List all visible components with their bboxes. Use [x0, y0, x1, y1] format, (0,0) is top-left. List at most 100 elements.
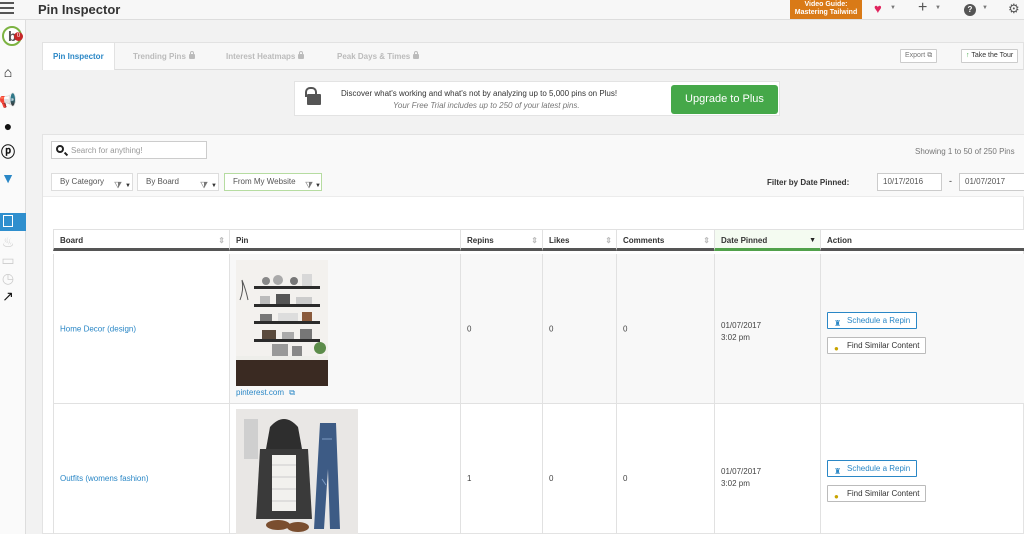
chevron-down-icon[interactable]: ▼: [890, 5, 896, 11]
category-filter-dropdown[interactable]: By Category ⧩ ▼: [51, 173, 133, 191]
date-pinned-date: 01/07/2017: [721, 321, 762, 330]
funnel-icon: ⧩: [305, 180, 314, 190]
hamburger-menu-icon[interactable]: [0, 0, 16, 18]
video-guide-button[interactable]: Video Guide: Mastering Tailwind: [790, 0, 862, 19]
column-header-date-pinned[interactable]: Date Pinned ▼: [714, 229, 820, 251]
table-row: Outfits (womens fashion) 1 0 0 01/07/201…: [53, 404, 1024, 534]
website-filter-dropdown[interactable]: From My Website ⧩ ▼: [224, 173, 322, 191]
likes-cell: 0: [542, 254, 616, 403]
video-guide-line2: Mastering Tailwind: [794, 9, 858, 16]
notification-badge: 0: [14, 32, 23, 41]
chevron-down-icon: ▼: [211, 183, 217, 189]
globe-icon[interactable]: ●: [0, 118, 16, 134]
lightbulb-icon: ●: [834, 344, 839, 353]
sort-icon: ⇕: [218, 236, 225, 245]
megaphone-icon[interactable]: 📢: [0, 92, 17, 108]
unlock-icon: [305, 87, 321, 105]
date-filter-label: Filter by Date Pinned:: [767, 178, 850, 187]
find-similar-content-button[interactable]: ● Find Similar Content: [827, 485, 927, 502]
sort-icon: ⇕: [703, 236, 710, 245]
funnel-icon[interactable]: ▼: [0, 170, 16, 186]
board-link[interactable]: Home Decor (design): [60, 324, 136, 333]
chevron-down-icon[interactable]: ▼: [935, 5, 941, 11]
pin-image[interactable]: [236, 260, 328, 386]
chevron-down-icon[interactable]: ▼: [982, 5, 988, 11]
pins-table: Board ⇕ Pin Repins ⇕ Likes ⇕ Comments ⇕ Date…: [53, 229, 1024, 534]
date-pinned-date: 01/07/2017: [721, 467, 762, 476]
main-content: Pin Inspector Trending Pins Interest Hea…: [26, 20, 1024, 534]
sidebar-item-pin-inspector[interactable]: [0, 213, 26, 231]
find-similar-content-button[interactable]: ● Find Similar Content: [827, 337, 927, 354]
board-cell: Outfits (womens fashion): [53, 404, 229, 534]
external-link-icon: ⧉: [289, 388, 295, 397]
pin-cell: [229, 404, 460, 534]
board-filter-dropdown[interactable]: By Board ⧩ ▼: [137, 173, 219, 191]
repins-cell: 1: [460, 404, 542, 534]
date-to-input[interactable]: 01/07/2017: [959, 173, 1024, 191]
column-header-pin[interactable]: Pin: [229, 229, 460, 251]
pins-panel: Search for anything! Showing 1 to 50 of …: [42, 134, 1024, 534]
date-pinned-time: 3:02 pm: [721, 333, 750, 342]
column-header-repins[interactable]: Repins ⇕: [460, 229, 542, 251]
take-tour-button[interactable]: ↑ Take the Tour: [961, 49, 1019, 63]
comments-cell: 0: [616, 254, 714, 403]
sort-icon: ⇕: [531, 236, 538, 245]
top-bar: Pin Inspector Video Guide: Mastering Tai…: [0, 0, 1024, 20]
action-cell: ♜ Schedule a Repin ● Find Similar Content: [820, 404, 1024, 534]
pin-cell: pinterest.com ⧉: [229, 254, 460, 403]
date-separator: -: [949, 176, 952, 186]
action-cell: ♜ Schedule a Repin ● Find Similar Content: [820, 254, 1024, 403]
repin-icon: ♜: [834, 467, 842, 476]
board-cell: Home Decor (design): [53, 254, 229, 403]
lock-icon: [188, 51, 195, 59]
external-link-icon: ⧉: [927, 52, 933, 59]
kitchen-shelves-image: [236, 260, 328, 386]
date-from-input[interactable]: 10/17/2016: [877, 173, 942, 191]
heart-icon[interactable]: ♥: [874, 1, 882, 16]
help-icon[interactable]: ?: [964, 4, 976, 16]
clock-icon[interactable]: ◷: [0, 270, 16, 286]
lock-icon: [413, 51, 420, 59]
comments-cell: 0: [616, 404, 714, 534]
fire-icon[interactable]: ♨: [0, 234, 16, 250]
table-row: Home Decor (design) pinterest.com ⧉ 0 0 …: [53, 254, 1024, 404]
schedule-repin-button[interactable]: ♜ Schedule a Repin: [827, 312, 918, 329]
tab-pin-inspector[interactable]: Pin Inspector: [43, 43, 115, 70]
tab-bar: Pin Inspector Trending Pins Interest Hea…: [42, 42, 1024, 70]
search-icon: [56, 145, 64, 153]
tab-peak-days-times[interactable]: Peak Days & Times: [337, 43, 420, 70]
heatmap-icon[interactable]: ▭: [0, 252, 16, 268]
funnel-icon: ⧩: [114, 180, 123, 190]
date-pinned-cell: 01/07/2017 3:02 pm: [714, 254, 820, 403]
tab-interest-heatmaps[interactable]: Interest Heatmaps: [226, 43, 305, 70]
tab-trending-pins[interactable]: Trending Pins: [133, 43, 195, 70]
outfit-flatlay-image: [236, 409, 358, 534]
upgrade-promo: Discover what's working and what's not b…: [294, 81, 780, 116]
lock-icon: [298, 51, 305, 59]
column-header-likes[interactable]: Likes ⇕: [542, 229, 616, 251]
pinterest-icon[interactable]: ⓟ: [0, 144, 16, 160]
sidebar: b 0 ⌂ 📢 ● ⓟ ▼ ♨ ▭ ◷ ↗: [0, 20, 26, 534]
schedule-repin-button[interactable]: ♜ Schedule a Repin: [827, 460, 918, 477]
column-header-action: Action: [820, 229, 1024, 251]
trending-icon[interactable]: ↗: [0, 288, 16, 304]
pin-source-link[interactable]: pinterest.com ⧉: [236, 388, 295, 398]
home-icon[interactable]: ⌂: [0, 64, 16, 80]
video-guide-line1: Video Guide:: [804, 1, 848, 8]
upgrade-to-plus-button[interactable]: Upgrade to Plus: [671, 85, 778, 114]
funnel-icon: ⧩: [200, 180, 209, 190]
export-button[interactable]: Export ⧉: [900, 49, 938, 63]
pin-image[interactable]: [236, 409, 358, 534]
panel-header: Search for anything! Showing 1 to 50 of …: [43, 135, 1024, 197]
chevron-down-icon: ▼: [315, 183, 321, 189]
column-header-board[interactable]: Board ⇕: [53, 229, 229, 251]
board-link[interactable]: Outfits (womens fashion): [60, 474, 148, 483]
likes-cell: 0: [542, 404, 616, 534]
arrow-up-icon: ↑: [966, 52, 970, 59]
plus-icon[interactable]: +: [918, 0, 927, 17]
gear-icon[interactable]: ⚙: [1008, 1, 1020, 17]
page-title: Pin Inspector: [38, 2, 121, 17]
column-header-comments[interactable]: Comments ⇕: [616, 229, 714, 251]
chevron-down-icon: ▼: [125, 183, 131, 189]
search-input[interactable]: Search for anything!: [51, 141, 207, 159]
